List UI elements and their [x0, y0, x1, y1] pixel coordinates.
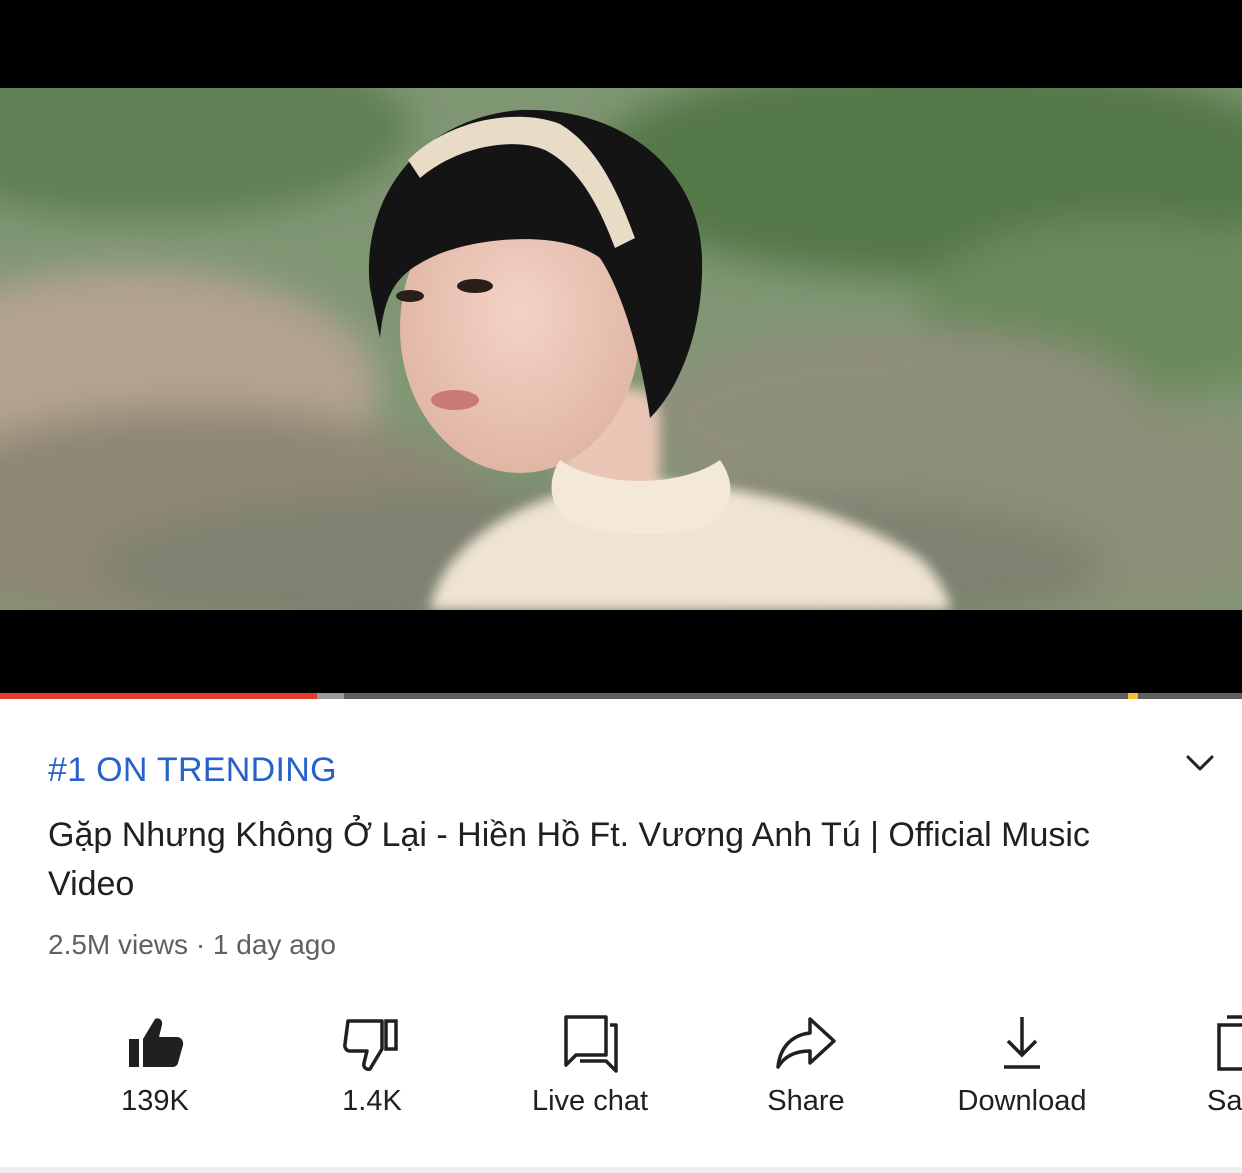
- action-bar: 139K 1.4K Live chat Share Download Sa: [0, 999, 1242, 1139]
- dislike-count: 1.4K: [342, 1085, 402, 1117]
- thumbs-up-icon: [129, 1018, 184, 1067]
- save-label: Sa: [1207, 1085, 1242, 1117]
- like-button[interactable]: 139K: [55, 999, 255, 1129]
- expand-description-button[interactable]: [1180, 749, 1220, 779]
- share-label: Share: [767, 1085, 845, 1117]
- download-label: Download: [957, 1085, 1087, 1117]
- download-button[interactable]: Download: [922, 999, 1122, 1129]
- trending-badge[interactable]: #1 ON TRENDING: [48, 751, 337, 790]
- thumbs-down-icon: [343, 1019, 398, 1071]
- video-title[interactable]: Gặp Nhưng Không Ở Lại - Hiền Hồ Ft. Vươn…: [48, 811, 1158, 909]
- video-meta: 2.5M views · 1 day ago: [48, 929, 336, 960]
- live-chat-label: Live chat: [531, 1085, 649, 1117]
- dislike-button[interactable]: 1.4K: [272, 999, 472, 1129]
- chat-icon: [564, 1015, 618, 1073]
- like-count: 139K: [121, 1085, 189, 1117]
- video-thumbnail-image: [0, 88, 1242, 610]
- download-icon: [1004, 1017, 1040, 1069]
- live-chat-button[interactable]: Live chat: [490, 999, 690, 1129]
- video-player[interactable]: [0, 0, 1242, 693]
- chevron-down-icon: [1186, 755, 1214, 771]
- video-frame[interactable]: [0, 88, 1242, 610]
- share-button[interactable]: Share: [706, 999, 906, 1129]
- save-icon: [1217, 1015, 1242, 1071]
- divider: [0, 1167, 1242, 1173]
- share-icon: [776, 1017, 836, 1069]
- video-details: #1 ON TRENDING Gặp Nhưng Không Ở Lại - H…: [0, 699, 1242, 1173]
- save-button[interactable]: Sa: [1185, 999, 1242, 1129]
